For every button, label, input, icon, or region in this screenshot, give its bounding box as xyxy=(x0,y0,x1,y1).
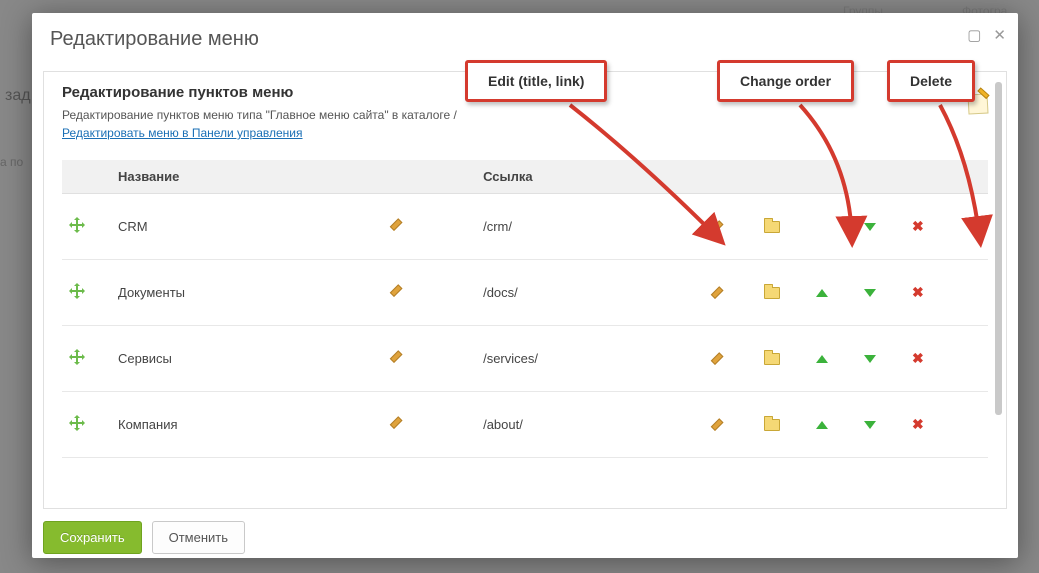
row-link: /crm/ xyxy=(483,219,512,234)
close-icon[interactable]: ✕ xyxy=(993,28,1006,43)
row-name: CRM xyxy=(118,219,148,234)
folder-icon[interactable] xyxy=(764,353,780,365)
callout-edit: Edit (title, link) xyxy=(465,60,607,102)
drag-handle-icon[interactable] xyxy=(70,350,84,364)
edit-name-icon[interactable] xyxy=(393,350,407,364)
move-down-icon[interactable] xyxy=(864,355,876,363)
drag-handle-icon[interactable] xyxy=(70,218,84,232)
row-name: Сервисы xyxy=(118,351,172,366)
edit-name-icon[interactable] xyxy=(393,416,407,430)
save-button[interactable]: Сохранить xyxy=(43,521,142,554)
edit-link-icon[interactable] xyxy=(714,352,728,366)
callout-delete: Delete xyxy=(887,60,975,102)
folder-icon[interactable] xyxy=(764,419,780,431)
scrollbar[interactable] xyxy=(995,82,1002,498)
delete-icon[interactable]: ✖ xyxy=(912,416,924,433)
dialog-title: Редактирование меню xyxy=(50,28,1000,51)
drag-handle-icon[interactable] xyxy=(70,416,84,430)
row-link: /services/ xyxy=(483,351,538,366)
row-name: Документы xyxy=(118,285,185,300)
edit-link-icon[interactable] xyxy=(714,286,728,300)
folder-icon[interactable] xyxy=(764,221,780,233)
move-up-icon[interactable] xyxy=(816,421,828,429)
col-header-name: Название xyxy=(110,160,385,194)
menu-items-table: Название Ссылка CRM/crm/✖Документы/docs/… xyxy=(62,160,988,458)
row-name: Компания xyxy=(118,417,178,432)
row-link: /about/ xyxy=(483,417,523,432)
edit-link-icon[interactable] xyxy=(714,418,728,432)
row-link: /docs/ xyxy=(483,285,518,300)
edit-link-icon[interactable] xyxy=(714,220,728,234)
table-row: Сервисы/services/ ✖ xyxy=(62,326,988,392)
panel: Редактирование пунктов меню Редактирован… xyxy=(43,71,1007,509)
cancel-button[interactable]: Отменить xyxy=(152,521,245,554)
dialog-header: Редактирование меню ▢ ✕ xyxy=(32,13,1018,63)
delete-icon[interactable]: ✖ xyxy=(912,218,924,235)
drag-handle-icon[interactable] xyxy=(70,284,84,298)
edit-name-icon[interactable] xyxy=(393,218,407,232)
callout-order: Change order xyxy=(717,60,854,102)
folder-icon[interactable] xyxy=(764,287,780,299)
move-up-icon[interactable] xyxy=(816,289,828,297)
move-down-icon[interactable] xyxy=(864,223,876,231)
table-row: Документы/docs/ ✖ xyxy=(62,260,988,326)
move-down-icon[interactable] xyxy=(864,289,876,297)
delete-icon[interactable]: ✖ xyxy=(912,350,924,367)
table-row: Компания/about/ ✖ xyxy=(62,392,988,458)
move-up-icon[interactable] xyxy=(816,355,828,363)
maximize-icon[interactable]: ▢ xyxy=(967,28,981,43)
table-row: CRM/crm/ ✖ xyxy=(62,194,988,260)
delete-icon[interactable]: ✖ xyxy=(912,284,924,301)
edit-name-icon[interactable] xyxy=(393,284,407,298)
edit-in-control-panel-link[interactable]: Редактировать меню в Панели управления xyxy=(62,126,303,140)
col-header-link: Ссылка xyxy=(475,160,688,194)
move-down-icon[interactable] xyxy=(864,421,876,429)
panel-subtext: Редактирование пунктов меню типа "Главно… xyxy=(62,106,988,124)
